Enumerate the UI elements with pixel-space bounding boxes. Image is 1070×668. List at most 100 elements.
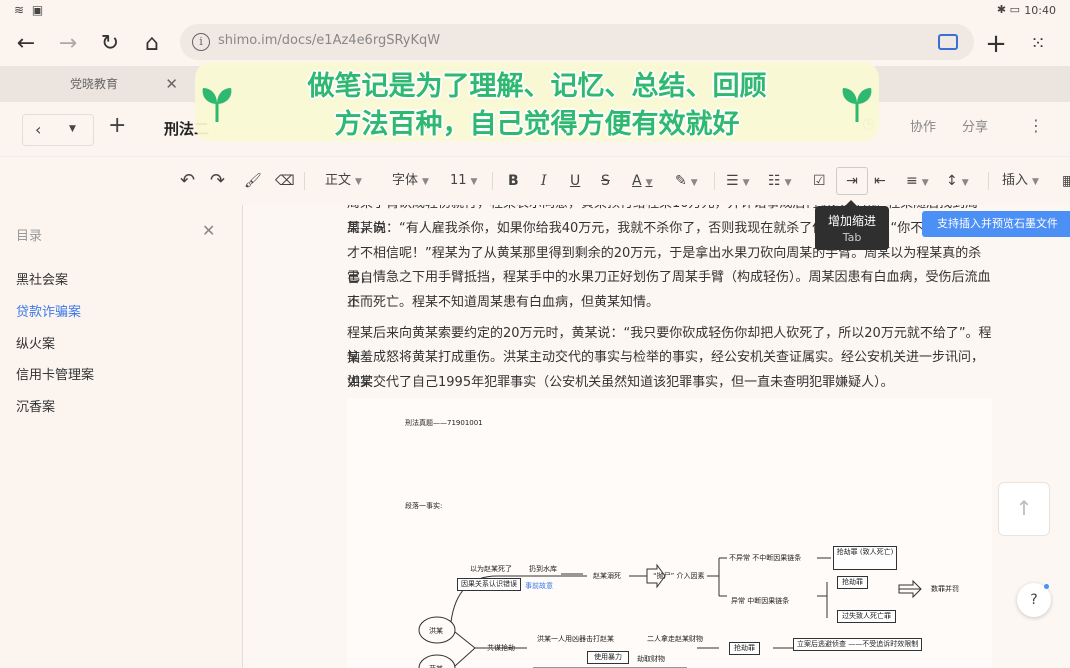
strikethrough-icon[interactable]: S [601,171,610,191]
diagram-label: 赵某溺死 [593,572,621,580]
diagram-box: 抢劫罪 [837,576,868,589]
font-label: 字体 [392,173,419,188]
divider [988,172,989,190]
url-text: shimo.im/docs/e1Az4e6rgSRyKqW [218,33,441,48]
new-tab-plus-icon[interactable]: + [980,28,1012,60]
doc-line: 周某说：“有人雇我杀你，如果你给我40万元，我就不杀你了，否则我现在就杀了你。”… [347,221,982,236]
more-vertical-icon[interactable]: ⋮ [1028,116,1044,135]
checklist-icon[interactable]: ☑ [813,171,826,191]
chevron-down-icon: ▼ [1032,177,1039,187]
banner-line-2: 方法百种，自己觉得方便有效就好 [334,109,740,140]
font-select[interactable]: 字体 ▼ [392,171,429,192]
toc-item[interactable]: 黑社会案 [16,269,68,288]
doc-line: 止而死亡。程某不知道周某患有白血病，但黄某知情。 [347,295,660,310]
wifi-icon: ≋ ▣ [14,3,46,17]
browser-toolbar: ← → ↻ ⌂ i shimo.im/docs/e1Az4e6rgSRyKqW … [0,22,1070,66]
bold-icon[interactable]: B [508,171,519,191]
site-info-icon[interactable]: i [192,33,210,51]
case-diagram-image: 刑法真题——71901001 段落一事实: 以为赵某死了 扔到水库 因果关系认识… [347,398,992,668]
insert-label: 插入 [1002,173,1029,188]
chevron-left-icon: ‹ [35,120,42,139]
indent-decrease-icon[interactable]: ⇤ [874,171,886,191]
reload-icon[interactable]: ↻ [94,28,126,60]
tab-title: 党晓教育 [70,77,119,91]
diagram-label: 异常 中断因果链条 [731,597,790,605]
indent-tooltip: 增加缩进 Tab [815,200,889,250]
share-button[interactable]: 分享 [962,116,988,135]
collab-button[interactable]: 协作 [910,116,936,135]
diagram-label: “抛尸” 介入因素 [653,572,705,580]
divider [492,172,493,190]
tab-grid-icon[interactable]: ⁙ [1022,28,1054,60]
toc-sidebar: 目录 ✕ 黑社会案 贷款诈骗案 纵火案 信用卡管理案 沉香案 [0,205,243,668]
diagram-label: 共谋抢劫 [487,644,515,652]
indent-increase-icon[interactable]: ⇥ [836,167,868,195]
bullet-list-icon[interactable]: ☷ ▼ [768,171,791,193]
banner-line-1: 做笔记是为了理解、记忆、总结、回顾 [307,71,767,102]
new-doc-plus-icon[interactable]: + [108,113,126,138]
toc-item-active[interactable]: 贷款诈骗案 [16,301,81,320]
annotation-banner: 做笔记是为了理解、记忆、总结、回顾 方法百种，自己觉得方便有效就好 [195,62,879,141]
undo-icon[interactable]: ↶ [180,171,195,191]
home-icon[interactable]: ⌂ [136,28,168,60]
align-icon[interactable]: ≡ ▼ [906,171,929,193]
close-icon[interactable]: ✕ [202,221,215,240]
reader-mode-icon[interactable] [938,34,958,50]
chevron-down-icon: ▼ [355,177,362,187]
format-painter-icon[interactable]: 🖌 [244,171,262,191]
size-label: 11 [450,173,467,188]
diagram-label: 扔到水库 [529,565,557,573]
feature-tip[interactable]: 支持插入并预览石墨文件 [922,211,1070,237]
italic-icon[interactable]: I [541,171,547,191]
ordered-list-icon[interactable]: ☰ ▼ [726,171,749,193]
diagram-label: 以为赵某死了 [470,565,512,573]
font-size-select[interactable]: 11 ▼ [450,171,477,192]
diagram-label: 二人拿走赵某财物 [647,635,703,643]
diagram-box: 使用暴力 [587,651,629,664]
chevron-down-icon: ▼ [470,177,478,187]
close-icon[interactable]: ✕ [165,66,178,102]
clear-format-icon[interactable]: ⌫ [275,171,295,191]
paragraph-style-select[interactable]: 正文 ▼ [325,171,362,192]
tab-1[interactable]: 党晓教育 ✕ [0,66,190,102]
address-bar[interactable]: i shimo.im/docs/e1Az4e6rgSRyKqW [180,24,974,60]
diagram-label: 数罪并罚 [931,585,959,593]
doc-line: 如实交代了自己1995年犯罪事实（公安机关虽然知道该犯罪事实，但一直未查明犯罪嫌… [347,375,894,390]
table-icon[interactable]: ▦ [1062,171,1070,191]
tooltip-title: 增加缩进 [827,214,876,228]
back-button[interactable]: ‹ ▼ [22,114,94,146]
diagram-box: 因果关系认识错误 [457,578,521,591]
help-button[interactable]: ? [1017,583,1051,617]
line-spacing-icon[interactable]: ↕ ▼ [946,171,969,193]
forward-arrow-icon[interactable]: → [52,28,84,60]
toc-item[interactable]: 纵火案 [16,333,55,352]
diagram-label: 劫取财物 [637,655,665,663]
underline-icon[interactable]: U [570,171,580,191]
help-icon: ? [1030,592,1038,608]
diagram-label: 洪某一人用凶器击打赵某 [537,635,614,643]
document-body[interactable]: 周某手臂砍成轻伤就行，程某表示同意，黄某预付给程某10万元，并许诺事成后再给20… [243,205,1070,668]
text-color-icon[interactable]: A ▼ [632,171,653,193]
toc-heading: 目录 [16,229,43,244]
diagram-box: 抢劫罪 [729,642,760,655]
redo-icon[interactable]: ↷ [210,171,225,191]
divider [304,172,305,190]
chevron-down-icon: ▼ [422,177,429,187]
toc-item[interactable]: 信用卡管理案 [16,364,94,383]
insert-button[interactable]: 插入 ▼ [1002,171,1039,192]
back-arrow-icon[interactable]: ← [10,28,42,60]
diagram-lines [418,557,922,668]
diagram-box: 过失致人死亡罪 [837,610,896,623]
battery-icon: ✱ ▭ [996,3,1020,16]
status-bar: ≋ ▣ ✱ ▭ 10:40 [0,0,1070,22]
diagram-label: 蓝某 [429,664,443,668]
toc-item[interactable]: 沉香案 [16,396,55,415]
diagram-box: 立案后逃避侦查 ——不受追诉时效限制 [793,638,923,651]
diagram-label: 洪某 [429,627,443,635]
status-time: 10:40 [1024,4,1056,17]
highlight-icon[interactable]: ✎ ▼ [675,171,698,193]
tooltip-arrow [845,200,857,206]
format-toolbar: ↶ ↷ 🖌 ⌫ 正文 ▼ 字体 ▼ 11 ▼ B I U S A ▼ ✎ ▼ ☰ ▼ ☷ ▼ … [0,157,1070,206]
scroll-to-top-button[interactable]: ↑ [998,482,1050,536]
tooltip-shortcut: Tab [842,231,862,244]
